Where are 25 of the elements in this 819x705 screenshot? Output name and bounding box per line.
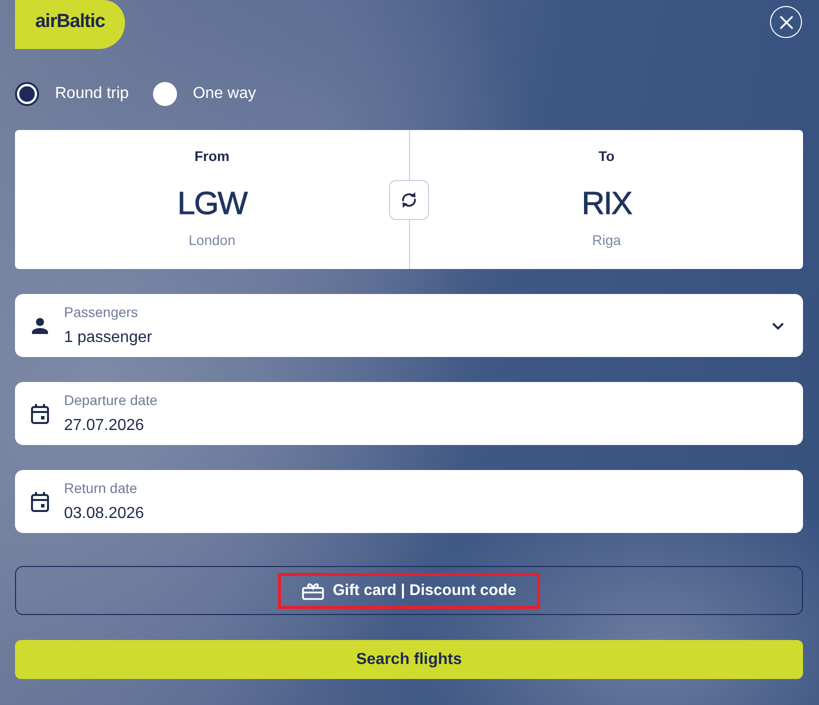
date-field[interactable]: Departure date 27.07.2026 xyxy=(15,382,803,445)
gift-card-button[interactable]: Gift card | Discount code xyxy=(15,566,803,615)
city-name: London xyxy=(188,231,236,249)
radio-button[interactable] xyxy=(152,82,177,106)
swap-icon xyxy=(400,191,418,209)
gift-icon xyxy=(302,582,324,600)
search-flights-button[interactable]: Search flights xyxy=(15,640,803,679)
radio-label[interactable]: Round trip xyxy=(55,84,129,104)
date-field[interactable]: Return date 03.08.2026 xyxy=(15,470,803,533)
city-name: Riga xyxy=(592,231,621,249)
close-icon xyxy=(780,16,792,28)
person-icon xyxy=(32,318,48,334)
calendar-icon xyxy=(31,492,49,512)
airport-code: LGW xyxy=(177,184,247,223)
airport-code: RIX xyxy=(582,184,632,223)
direction-label: To xyxy=(598,147,615,166)
radio-button[interactable] xyxy=(15,82,39,106)
radio-label[interactable]: One way xyxy=(192,84,256,104)
close-button[interactable] xyxy=(770,6,802,38)
calendar-icon xyxy=(31,404,49,424)
direction-label: From xyxy=(194,147,230,166)
brand-logo[interactable]: airBaltic xyxy=(15,0,125,49)
swap-button[interactable] xyxy=(389,180,429,220)
chevron-down-icon xyxy=(772,322,784,330)
passenger-dropdown[interactable]: Passengers 1 passenger xyxy=(15,294,803,357)
